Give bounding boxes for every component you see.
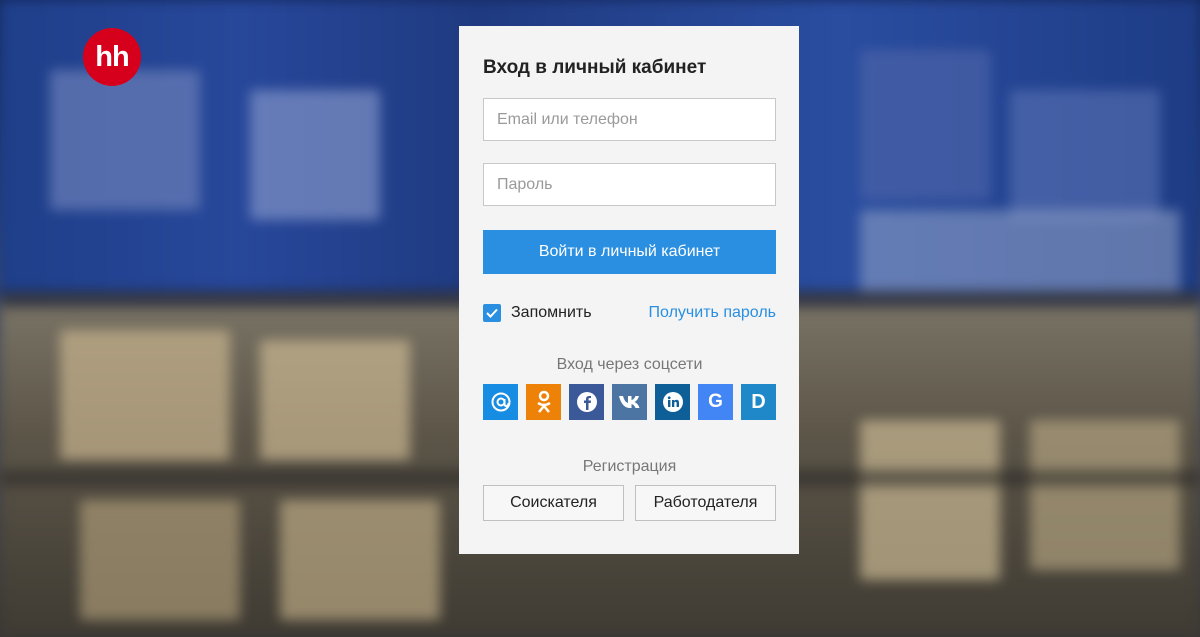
remember-row: Запомнить Получить пароль bbox=[483, 302, 776, 324]
registration-buttons: Соискателя Работодателя bbox=[483, 485, 776, 521]
login-title: Вход в личный кабинет bbox=[483, 57, 707, 78]
hh-logo[interactable]: hh bbox=[83, 28, 141, 86]
login-button[interactable]: Войти в личный кабинет bbox=[483, 230, 776, 274]
register-employer-button[interactable]: Работодателя bbox=[635, 485, 776, 521]
password-field[interactable] bbox=[483, 163, 776, 206]
remember-checkbox[interactable] bbox=[483, 304, 501, 322]
login-panel: Вход в личный кабинет Войти в личный каб… bbox=[459, 26, 799, 554]
checkmark-icon bbox=[486, 308, 498, 318]
odnoklassniki-icon[interactable] bbox=[526, 384, 561, 420]
social-login-title: Вход через соцсети bbox=[556, 356, 703, 373]
remember-label: Запомнить bbox=[511, 304, 592, 321]
social-buttons: G D bbox=[483, 384, 776, 420]
email-field[interactable] bbox=[483, 98, 776, 141]
d-icon[interactable]: D bbox=[741, 384, 776, 420]
remember-checkbox-label[interactable]: Запомнить bbox=[483, 304, 592, 322]
google-icon[interactable]: G bbox=[698, 384, 733, 420]
vk-icon[interactable] bbox=[612, 384, 647, 420]
forgot-password-link[interactable]: Получить пароль bbox=[649, 304, 776, 322]
mail-icon[interactable] bbox=[483, 384, 518, 420]
linkedin-icon[interactable] bbox=[655, 384, 690, 420]
facebook-icon[interactable] bbox=[569, 384, 604, 420]
registration-title: Регистрация bbox=[582, 458, 677, 475]
register-applicant-button[interactable]: Соискателя bbox=[483, 485, 624, 521]
